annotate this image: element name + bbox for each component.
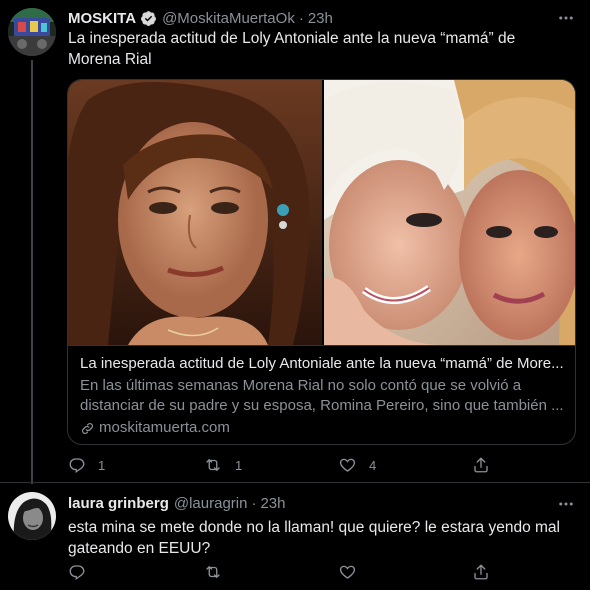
timestamp[interactable]: 23h <box>308 10 333 27</box>
like-icon <box>339 458 356 472</box>
retweet-button[interactable]: 1 <box>203 455 242 475</box>
reply-icon <box>69 565 85 581</box>
reply-icon <box>69 458 85 474</box>
author-handle[interactable]: @lauragrin <box>174 495 248 512</box>
reply-button[interactable]: 1 <box>68 455 105 475</box>
like-icon <box>339 565 356 579</box>
card-domain-text: moskitamuerta.com <box>99 419 230 436</box>
share-button[interactable] <box>472 455 490 475</box>
tweet-header: MOSKITA @MoskitaMuertaOk · 23h <box>68 8 333 28</box>
tweet-actions: 1 1 4 <box>68 455 508 475</box>
card-description: En las últimas semanas Morena Rial no so… <box>80 377 564 414</box>
card-title[interactable]: La inesperada actitud de Loly Antoniale … <box>80 354 565 374</box>
retweet-icon <box>206 566 220 578</box>
separator-dot: · <box>298 9 304 27</box>
tweet-actions <box>68 562 508 582</box>
separator-dot: · <box>251 494 257 512</box>
author-handle[interactable]: @MoskitaMuertaOk <box>162 10 295 27</box>
thread-line <box>31 60 33 484</box>
timestamp[interactable]: 23h <box>260 495 285 512</box>
tweet-text: La inesperada actitud de Loly Antoniale … <box>68 30 516 68</box>
card-body: La inesperada actitud de Loly Antoniale … <box>68 345 575 444</box>
reply-count: 1 <box>98 457 106 473</box>
card-image-right <box>324 80 575 345</box>
like-button[interactable]: 4 <box>338 455 376 475</box>
card-image-left <box>68 80 322 345</box>
avatar-moskita[interactable] <box>8 8 56 56</box>
retweet-count: 1 <box>235 457 243 473</box>
retweet-icon <box>206 459 220 471</box>
tweet-header: laura grinberg @lauragrin · 23h <box>68 493 285 513</box>
share-button[interactable] <box>472 562 490 582</box>
avatar-laura[interactable] <box>8 492 56 540</box>
tweet-moskita[interactable]: MOSKITA @MoskitaMuertaOk · 23h La inespe… <box>0 0 590 484</box>
share-icon <box>474 564 488 580</box>
like-count: 4 <box>369 457 377 473</box>
card-domain: moskitamuerta.com <box>80 418 565 438</box>
reply-button[interactable] <box>68 562 86 582</box>
like-button[interactable] <box>338 562 357 582</box>
more-icon[interactable] <box>556 494 576 514</box>
author-name[interactable]: laura grinberg <box>68 495 169 512</box>
more-icon[interactable] <box>556 8 576 28</box>
verified-badge-icon <box>141 10 156 26</box>
retweet-button[interactable] <box>203 562 223 582</box>
share-icon <box>474 457 488 473</box>
link-card[interactable]: La inesperada actitud de Loly Antoniale … <box>67 79 576 445</box>
tweet-text: esta mina se mete donde no la llaman! qu… <box>68 519 560 557</box>
author-name[interactable]: MOSKITA <box>68 10 136 27</box>
link-icon <box>82 422 93 434</box>
